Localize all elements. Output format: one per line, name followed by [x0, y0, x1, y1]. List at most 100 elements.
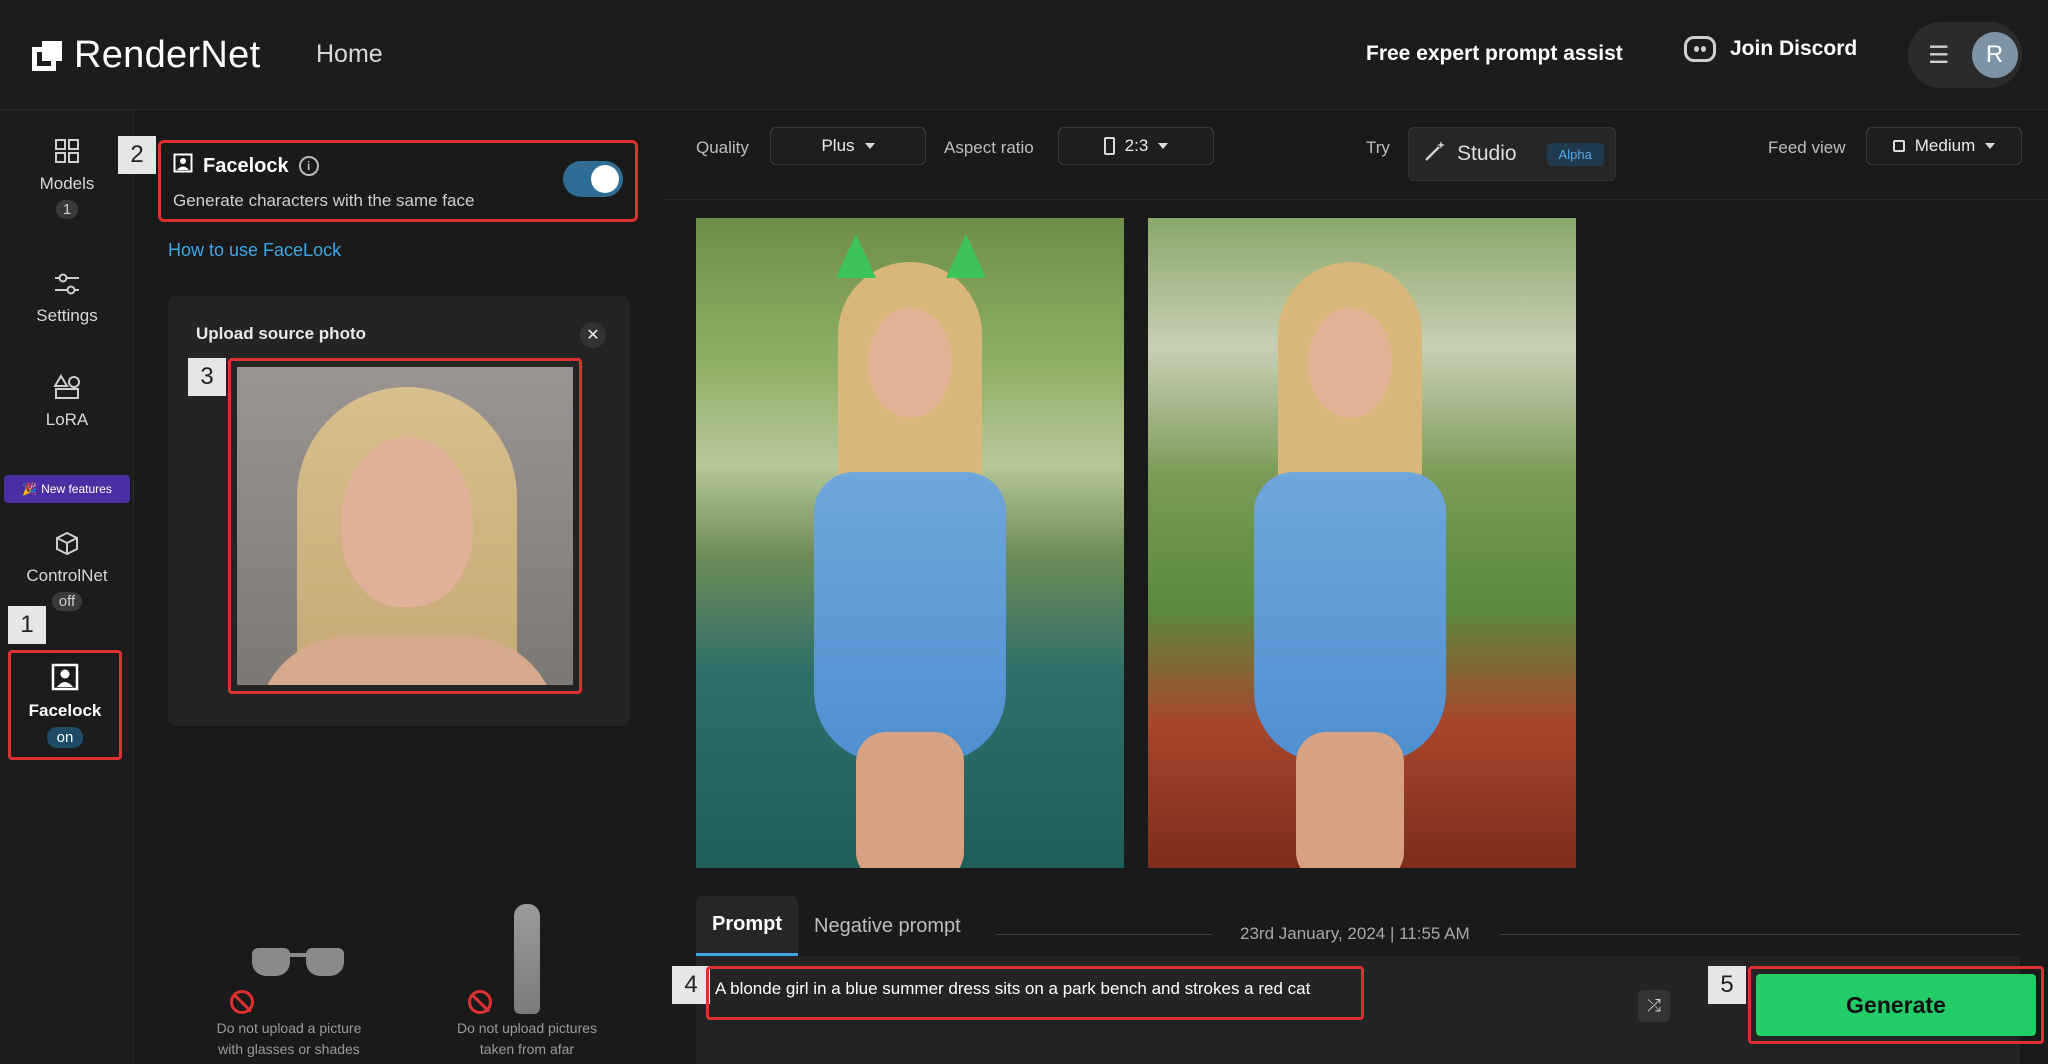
magic-wand-icon	[1423, 139, 1447, 169]
generation-toolbar: Quality Plus Aspect ratio 2:3 Try Studio…	[662, 110, 2048, 200]
rail-item-settings-label: Settings	[36, 306, 98, 325]
tip-no-glasses-line2: with glasses or shades	[218, 1041, 360, 1057]
generated-image-1[interactable]	[696, 218, 1124, 868]
rail-item-facelock-label: Facelock	[28, 700, 102, 720]
grid-icon	[54, 138, 80, 168]
generate-frame: Generate	[1748, 966, 2044, 1044]
discord-icon	[1684, 36, 1716, 62]
upload-title: Upload source photo	[196, 324, 366, 343]
tab-prompt[interactable]: Prompt	[696, 896, 798, 956]
glasses-icon	[252, 948, 344, 976]
logo-icon	[32, 40, 62, 71]
nav-home-link[interactable]: Home	[316, 40, 383, 69]
rail-item-controlnet[interactable]: ControlNet off	[0, 530, 134, 611]
chevron-down-icon	[1158, 143, 1169, 149]
square-icon	[1892, 140, 1905, 152]
portrait-icon	[51, 663, 79, 695]
prompt-tabs: Prompt Negative prompt	[696, 896, 977, 956]
tab-divider	[996, 934, 1212, 935]
controlnet-state-badge: off	[51, 592, 83, 611]
sliders-icon	[53, 272, 81, 300]
info-icon[interactable]: i	[298, 156, 319, 176]
facelock-title: Facelock i	[173, 153, 319, 179]
join-discord-label: Join Discord	[1730, 37, 1858, 60]
logo-text: RenderNet	[74, 34, 261, 76]
aspect-ratio-select[interactable]: 2:3	[1058, 127, 1214, 165]
rail-item-models[interactable]: Models 1	[0, 138, 134, 219]
quality-label: Quality	[696, 138, 749, 157]
step-marker-2: 2	[118, 136, 156, 174]
logo[interactable]: RenderNet	[32, 34, 260, 77]
glasses-illustration	[224, 900, 354, 1014]
left-rail: Models 1 Settings LoRA 🎉 New features Co…	[0, 110, 134, 1064]
prohibited-icon	[468, 990, 492, 1014]
try-label: Try	[1366, 138, 1390, 157]
tip-no-glasses-line1: Do not upload a picture	[216, 1020, 362, 1036]
studio-button[interactable]: Studio Alpha	[1408, 127, 1616, 181]
avatar: R	[1971, 32, 2018, 78]
step-marker-1: 1	[8, 606, 46, 644]
top-bar: RenderNet Home Free expert prompt assist…	[0, 0, 2048, 110]
facelock-card: Facelock i Generate characters with the …	[158, 140, 638, 222]
how-to-use-facelock-link[interactable]: How to use FaceLock	[168, 240, 341, 261]
feed-view-value: Medium	[1914, 136, 1976, 155]
cat-ears-decoration	[836, 234, 986, 278]
facelock-title-text: Facelock	[203, 154, 289, 177]
tip-no-afar-line1: Do not upload pictures	[456, 1020, 598, 1036]
generate-button[interactable]: Generate	[1756, 974, 2036, 1036]
person-icon	[514, 904, 540, 1014]
models-count-badge: 1	[55, 200, 79, 219]
studio-label: Studio	[1457, 142, 1517, 165]
generated-image-2[interactable]	[1148, 218, 1576, 868]
aspect-ratio-label: Aspect ratio	[944, 138, 1034, 157]
close-icon[interactable]: ✕	[580, 322, 606, 348]
alpha-badge: Alpha	[1546, 142, 1604, 166]
facelock-toggle[interactable]	[563, 161, 623, 197]
account-menu[interactable]: ☰ R	[1908, 22, 2022, 88]
menu-icon: ☰	[1928, 41, 1950, 69]
prompt-input[interactable]: A blonde girl in a blue summer dress sit…	[706, 966, 1364, 1020]
cube-icon	[53, 530, 81, 560]
tab-divider	[1500, 934, 2020, 935]
tab-negative-prompt[interactable]: Negative prompt	[798, 896, 977, 956]
step-marker-5: 5	[1708, 966, 1746, 1004]
party-icon: 🎉	[22, 482, 38, 496]
generation-timestamp: 23rd January, 2024 | 11:55 AM	[1240, 924, 1470, 943]
chevron-down-icon	[864, 143, 875, 149]
rail-item-lora[interactable]: LoRA	[0, 374, 134, 430]
feed-view-select[interactable]: Medium	[1866, 127, 2022, 165]
rail-item-models-label: Models	[39, 174, 95, 193]
portrait-ratio-icon	[1103, 137, 1115, 155]
tip-no-afar: Do not upload pictures taken from afar	[422, 900, 632, 1060]
step-marker-4: 4	[672, 966, 710, 1004]
shapes-icon	[53, 374, 81, 404]
new-features-label: New features	[41, 482, 112, 496]
rail-item-settings[interactable]: Settings	[0, 272, 134, 326]
quality-select[interactable]: Plus	[770, 127, 926, 165]
prompt-area: 4 A blonde girl in a blue summer dress s…	[672, 956, 2044, 1064]
new-features-badge[interactable]: 🎉 New features	[4, 475, 130, 503]
aspect-ratio-value: 2:3	[1124, 136, 1149, 155]
rail-item-lora-label: LoRA	[45, 410, 89, 429]
main-area: Quality Plus Aspect ratio 2:3 Try Studio…	[662, 110, 2048, 1064]
expert-prompt-assist-link[interactable]: Free expert prompt assist	[1366, 42, 1623, 66]
step-marker-3: 3	[188, 358, 226, 396]
facelock-subtitle: Generate characters with the same face	[173, 191, 475, 210]
facelock-panel: 2 Facelock i Generate characters with th…	[118, 110, 662, 1064]
source-photo-frame[interactable]	[228, 358, 582, 694]
portrait-icon	[173, 153, 193, 179]
figure-illustration	[462, 900, 592, 1014]
app-window: RenderNet Home Free expert prompt assist…	[0, 0, 2048, 1064]
rail-item-facelock[interactable]: Facelock on	[8, 650, 122, 760]
upload-source-card: Upload source photo ✕ 3	[168, 296, 630, 726]
rail-item-controlnet-label: ControlNet	[26, 566, 108, 585]
prohibited-icon	[230, 990, 254, 1014]
chevron-down-icon	[1985, 143, 1996, 149]
quality-value: Plus	[821, 136, 855, 155]
shuffle-icon[interactable]: ⤮	[1638, 990, 1670, 1022]
facelock-state-badge: on	[46, 726, 84, 748]
feed-view-label: Feed view	[1768, 138, 1846, 157]
tip-no-glasses: Do not upload a picture with glasses or …	[184, 900, 394, 1060]
tip-no-afar-line2: taken from afar	[479, 1041, 575, 1057]
join-discord-button[interactable]: Join Discord	[1684, 36, 1857, 62]
